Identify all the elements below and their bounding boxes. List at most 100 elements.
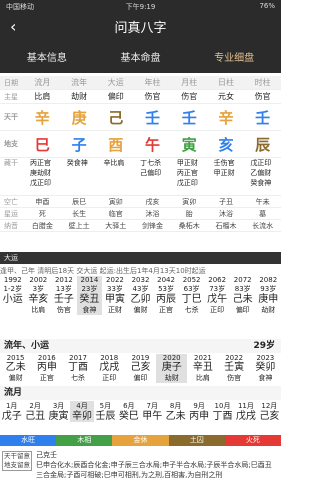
five-element-item: 火死 xyxy=(224,435,282,446)
kongwang-row: 空亡 申酉 辰巳 寅卯 戌亥 寅卯 子丑 午未 xyxy=(0,196,281,208)
luck-year[interactable]: 2062 xyxy=(204,276,230,284)
tab-basic-info[interactable]: 基本信息 xyxy=(0,47,94,73)
luck-year[interactable]: 2072 xyxy=(230,276,256,284)
luck-gz[interactable]: 甲寅 xyxy=(102,294,128,305)
liuyue-gz[interactable]: 辛卯 xyxy=(70,411,94,422)
liunian-year-row: 2015 2016 2017 2018 2019 2020 2021 2022 … xyxy=(0,354,281,362)
row-label: 星运 xyxy=(4,209,18,218)
luck-age: 43岁 xyxy=(132,285,149,293)
liunian-header: 流年、小运 29岁 xyxy=(0,339,281,353)
luck-year[interactable]: 2002 xyxy=(26,276,52,284)
liunian-year[interactable]: 2018 xyxy=(94,354,125,362)
liuyue-month[interactable]: 9月 xyxy=(187,401,210,411)
luck-year[interactable]: 2052 xyxy=(179,276,205,284)
liunian-year[interactable]: 2023 xyxy=(250,354,281,362)
luck-year[interactable]: 2082 xyxy=(255,276,281,284)
luck-start-text: 逢甲、己年 清明后18天 交大运 起运:出生后1年4月13天10时起运 xyxy=(0,267,206,275)
luck-gz[interactable]: 癸丑 xyxy=(76,294,103,305)
liuyue-gz[interactable]: 丁酉 xyxy=(211,411,234,422)
luck-gz[interactable]: 丙辰 xyxy=(153,294,179,305)
luck-year[interactable]: 2012 xyxy=(51,276,77,284)
liuyue-month[interactable]: 1月 xyxy=(0,401,23,411)
liunian-gz[interactable]: 辛丑 xyxy=(187,362,218,373)
liuyue-gz[interactable]: 丙申 xyxy=(187,411,210,422)
liuyue-month[interactable]: 3月 xyxy=(47,401,70,411)
liunian-gz[interactable]: 癸卯 xyxy=(250,362,281,373)
luck-god: 伤官 xyxy=(56,306,71,314)
tab-detailed-chart[interactable]: 专业细盘 xyxy=(187,47,281,73)
liuyue-gz[interactable]: 己丑 xyxy=(23,411,46,422)
liuyue-month[interactable]: 10月 xyxy=(211,401,234,411)
liunian-god: 伤官 xyxy=(227,374,242,382)
liuyue-month[interactable]: 12月 xyxy=(258,401,281,411)
kongwang-cell: 寅卯 xyxy=(108,197,123,206)
liunian-gz[interactable]: 己亥 xyxy=(125,362,156,373)
hidden-item: 丙正官 xyxy=(30,159,51,167)
liunian-year[interactable]: 2016 xyxy=(31,354,62,362)
liuyue-gz[interactable]: 戊戌 xyxy=(234,411,257,422)
liunian-god: 偏财 xyxy=(8,374,23,382)
liunian-year[interactable]: 2022 xyxy=(219,354,250,362)
liuyue-gz[interactable]: 乙未 xyxy=(164,411,187,422)
liuyue-gz[interactable]: 壬辰 xyxy=(94,411,117,422)
nayin-cell: 白腊金 xyxy=(31,221,53,230)
luck-year[interactable]: 2014 xyxy=(76,276,103,284)
liunian-gz[interactable]: 乙未 xyxy=(0,362,31,373)
info-line: 己克壬 xyxy=(36,451,57,459)
liuyue-month[interactable]: 8月 xyxy=(164,401,187,411)
luck-year[interactable]: 2022 xyxy=(102,276,128,284)
hidden-cell: 丁七杀 己偏印 xyxy=(134,158,171,178)
liuyue-month[interactable]: 11月 xyxy=(234,401,257,411)
five-element-item: 木相 xyxy=(56,435,113,446)
luck-god: 七杀 xyxy=(184,306,199,314)
branch-cell: 巳 xyxy=(34,135,50,154)
liuyue-month[interactable]: 7月 xyxy=(141,401,164,411)
luck-gz[interactable]: 壬子 xyxy=(51,294,77,305)
luck-gz[interactable]: 辛亥 xyxy=(26,294,52,305)
liuyue-month[interactable]: 5月 xyxy=(94,401,117,411)
liuyue-gz[interactable]: 癸巳 xyxy=(117,411,140,422)
liunian-gz[interactable]: 丙申 xyxy=(31,362,62,373)
liuyue-month[interactable]: 4月 xyxy=(70,401,94,411)
luck-year[interactable]: 2042 xyxy=(153,276,179,284)
liunian-gz[interactable]: 庚子 xyxy=(156,362,188,373)
luck-gz[interactable]: 乙卯 xyxy=(128,294,154,305)
tab-basic-chart[interactable]: 基本命盘 xyxy=(94,47,188,73)
kongwang-cell: 辰巳 xyxy=(72,197,87,206)
liunian-gz[interactable]: 戊戌 xyxy=(94,362,125,373)
liunian-gz[interactable]: 丁酉 xyxy=(62,362,93,373)
liuyue-gz[interactable]: 戊子 xyxy=(0,411,23,422)
xingyun-cell: 沐浴 xyxy=(218,209,233,218)
liunian-year[interactable]: 2019 xyxy=(125,354,156,362)
luck-gz[interactable]: 小运 xyxy=(0,294,26,305)
liunian-year[interactable]: 2021 xyxy=(187,354,218,362)
hidden-cell: 丙正官 庚劫财 戊正印 xyxy=(24,158,61,188)
liunian-year[interactable]: 2015 xyxy=(0,354,31,362)
nayin-cell: 桑柘木 xyxy=(178,221,200,230)
liuyue-gz[interactable]: 甲午 xyxy=(141,411,164,422)
five-element-item: 土囚 xyxy=(168,435,225,446)
row-label: 地支 xyxy=(4,140,18,148)
liuyue-month[interactable]: 2月 xyxy=(23,401,46,411)
liunian-god: 七杀 xyxy=(71,374,86,382)
liunian-year[interactable]: 2020 xyxy=(156,354,188,362)
luck-year[interactable]: 1992 xyxy=(0,276,26,284)
luck-gz[interactable]: 庚申 xyxy=(255,294,281,305)
luck-gz[interactable]: 丁巳 xyxy=(179,294,205,305)
luck-gz[interactable]: 己未 xyxy=(230,294,256,305)
luck-year[interactable]: 2032 xyxy=(128,276,154,284)
liuyue-gz[interactable]: 庚寅 xyxy=(47,411,70,422)
current-age: 29岁 xyxy=(253,341,275,351)
luck-gz[interactable]: 戊午 xyxy=(204,294,230,305)
luck-age: 33岁 xyxy=(107,285,123,293)
liunian-year[interactable]: 2017 xyxy=(62,354,93,362)
liuyue-gz[interactable]: 己亥 xyxy=(258,411,281,422)
luck-age: 1-2岁 xyxy=(3,285,22,293)
liuyue-label: 流月 xyxy=(4,388,23,398)
liuyue-month[interactable]: 6月 xyxy=(117,401,140,411)
five-element-item: 水旺 xyxy=(0,435,57,446)
xingyun-cell: 临官 xyxy=(108,209,123,218)
notice-tag: 天干留意 地支留意 xyxy=(2,451,32,471)
top-bar: 中国移动 下午9:19 76% ‹ 问真八字 xyxy=(0,0,281,47)
liunian-gz[interactable]: 壬寅 xyxy=(219,362,250,373)
